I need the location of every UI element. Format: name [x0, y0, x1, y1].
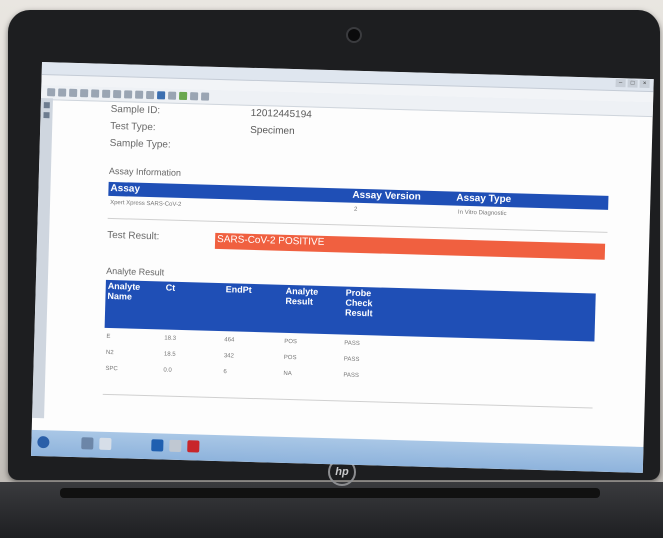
tools-icon[interactable]	[200, 92, 210, 101]
laptop-hinge	[60, 488, 600, 498]
assay-header-version: Assay Version	[352, 189, 421, 203]
panel-thumbnail-icon[interactable]	[43, 102, 50, 109]
analyte-result-cell: POS	[284, 338, 298, 346]
email-icon[interactable]	[80, 89, 89, 98]
test-result-value: SARS-CoV-2 POSITIVE	[216, 233, 325, 248]
endpt-cell: 6	[223, 369, 227, 376]
zoom-select-icon[interactable]	[146, 90, 155, 100]
assay-type-cell: In Vitro Diagnostic	[457, 209, 507, 218]
analyte-header-ct: Ct	[165, 282, 176, 293]
analyte-result-cell: POS	[283, 354, 297, 362]
page-box-icon[interactable]	[113, 90, 122, 99]
print-icon[interactable]	[69, 88, 78, 97]
test-result-label: Test Result:	[107, 229, 160, 243]
analyte-name-cell: SPC	[105, 365, 118, 373]
assay-information-title: Assay Information	[108, 165, 182, 178]
refresh-icon[interactable]	[189, 92, 199, 101]
analyte-result-cell: NA	[283, 370, 292, 378]
panel-bookmark-icon[interactable]	[43, 112, 50, 119]
probe-check-cell: PASS	[344, 340, 360, 347]
divider	[102, 393, 593, 409]
assay-name-cell: Xpert Xpress SARS-CoV-2	[110, 199, 182, 208]
analyte-name-cell: N2	[105, 349, 114, 357]
zoom-in-icon[interactable]	[135, 90, 144, 99]
endpt-cell: 342	[223, 353, 234, 360]
assay-header-row: Assay Assay Version Assay Type	[108, 181, 609, 210]
analyte-header-result: Analyte Result	[285, 285, 319, 307]
start-button-icon[interactable]	[37, 436, 50, 449]
sample-type-label: Sample Type:	[109, 137, 171, 151]
assay-header-type: Assay Type	[456, 192, 512, 206]
sample-id-label: Sample ID:	[110, 103, 161, 117]
probe-check-cell: PASS	[343, 356, 360, 363]
ct-cell: 18.5	[163, 351, 176, 358]
save-icon[interactable]	[58, 88, 67, 97]
analyte-result-title: Analyte Result	[106, 265, 165, 278]
taskbar-app-icon[interactable]	[81, 437, 94, 450]
webcam	[346, 27, 362, 43]
test-result-banner: SARS-CoV-2 POSITIVE	[214, 232, 606, 260]
maximize-button[interactable]: □	[627, 79, 638, 88]
zoom-out-icon[interactable]	[124, 90, 133, 99]
pdf-reader-icon[interactable]	[187, 440, 200, 453]
screen: – □ × Sample ID: 12012445194 Test Type: …	[30, 62, 654, 473]
analyte-header-endpt: EndPt	[225, 284, 252, 295]
analyte-header-probe: Probe Check Result	[344, 287, 373, 319]
test-type-value: Specimen	[250, 124, 295, 138]
divider	[107, 217, 608, 233]
assay-version-cell: 2	[353, 206, 358, 213]
taskbar-app-icon[interactable]	[151, 439, 164, 452]
assay-header-assay: Assay	[110, 182, 141, 195]
probe-check-cell: PASS	[343, 372, 360, 379]
taskbar-app-icon[interactable]	[99, 437, 112, 451]
report-document: Sample ID: 12012445194 Test Type: Specim…	[102, 104, 631, 438]
forward-icon[interactable]	[102, 89, 111, 98]
export-icon[interactable]	[178, 91, 188, 101]
analyte-header-name: Analyte Name	[107, 280, 141, 302]
minimize-button[interactable]: –	[615, 79, 626, 88]
analyte-header-row: Analyte Name Ct EndPt Analyte Result Pro…	[104, 279, 596, 342]
test-type-label: Test Type:	[110, 120, 156, 134]
close-button[interactable]: ×	[639, 79, 650, 88]
back-icon[interactable]	[91, 89, 100, 98]
ct-cell: 18.3	[164, 335, 177, 342]
endpt-cell: 464	[224, 337, 235, 344]
open-icon[interactable]	[47, 88, 56, 97]
fit-page-icon[interactable]	[157, 91, 166, 100]
ct-cell: 0.0	[163, 367, 172, 374]
analyte-name-cell: E	[106, 333, 111, 341]
find-icon[interactable]	[168, 91, 177, 100]
taskbar-app-icon[interactable]	[169, 439, 182, 453]
window-controls: – □ ×	[615, 79, 650, 88]
sample-id-value: 12012445194	[250, 107, 312, 121]
